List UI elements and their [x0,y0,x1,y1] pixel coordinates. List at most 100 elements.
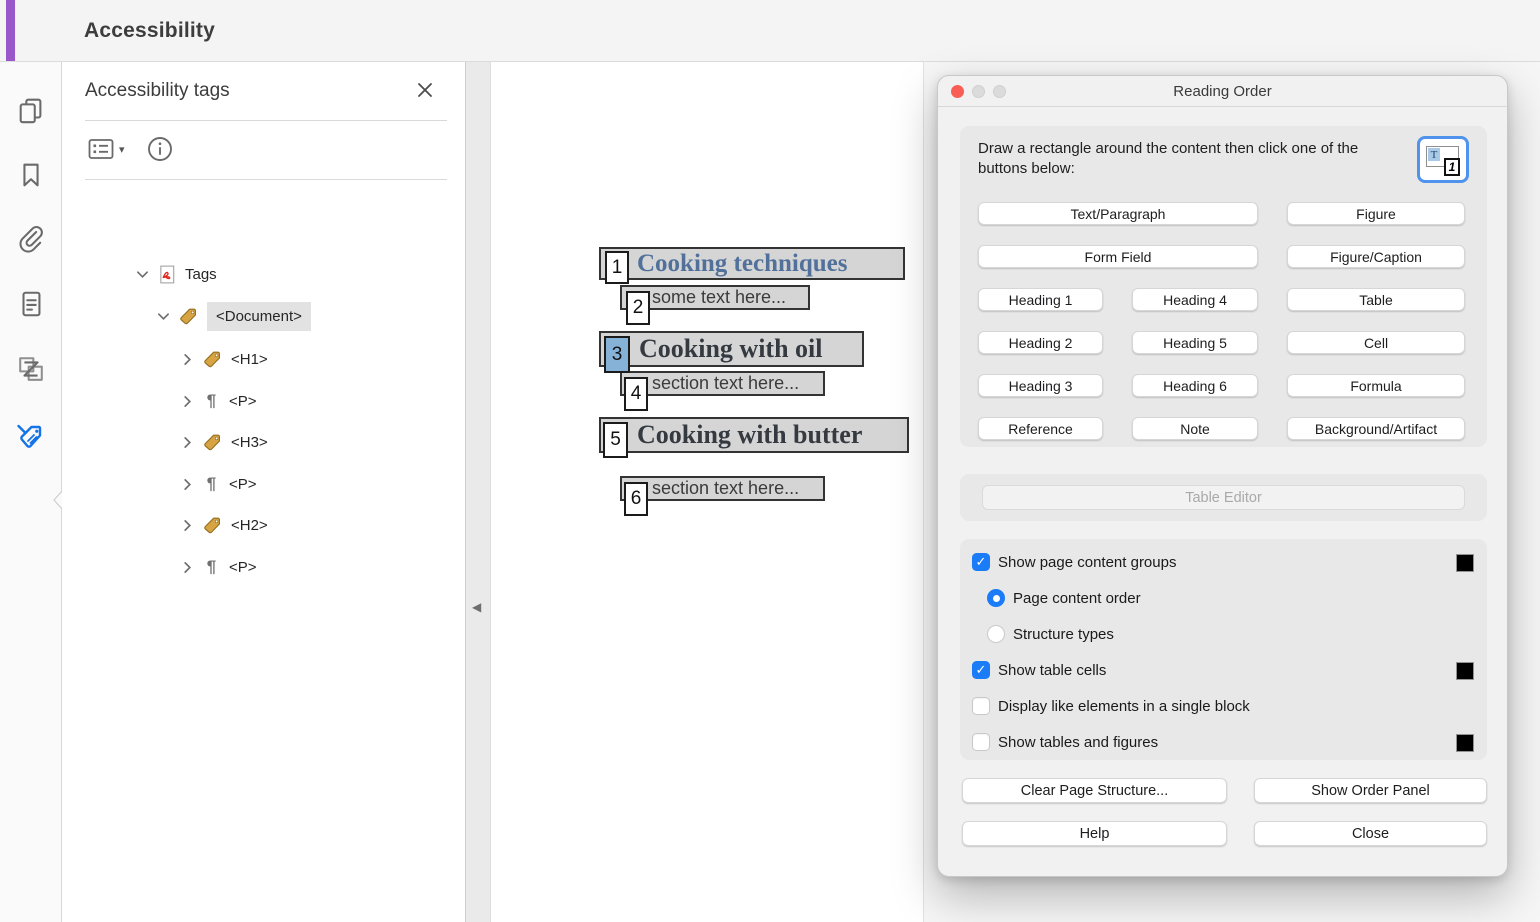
chevron-down-icon[interactable] [157,310,170,323]
chevron-right-icon[interactable] [181,478,194,491]
tree-row-document[interactable]: <Document> [157,300,311,332]
heading-3-button[interactable]: Heading 3 [978,374,1103,397]
color-swatch[interactable] [1456,662,1474,680]
color-swatch[interactable] [1456,734,1474,752]
chevron-right-icon[interactable] [181,436,194,449]
paragraph-icon: ¶ [203,474,220,494]
option-show-page-content-groups[interactable]: ✓ Show page content groups [972,551,1176,573]
chevron-right-icon[interactable] [181,519,194,532]
tree-label-selected: <Document> [207,302,311,331]
chevron-right-icon[interactable] [181,561,194,574]
attachments-icon[interactable] [15,223,47,255]
info-icon[interactable] [146,135,174,163]
tree-row-h1[interactable]: <H1> [181,343,268,375]
tree-row-tags[interactable]: Tags [136,258,217,290]
zoom-window-icon[interactable] [993,85,1006,98]
option-label: Show table cells [998,662,1106,679]
block-text: section text here... [652,478,799,498]
page-thumbnails-icon[interactable] [15,94,47,126]
chevron-right-icon[interactable] [181,395,194,408]
reading-order-badge[interactable]: 4 [624,377,648,411]
content-block-paragraph[interactable]: section text here... [620,476,825,501]
tree-row-p[interactable]: ¶ <P> [181,551,257,583]
dialog-title-bar[interactable]: Reading Order [938,76,1507,107]
order-panel-icon[interactable] [15,353,47,385]
reading-order-badge[interactable]: 1 [605,251,629,284]
tag-options-button[interactable]: ▾ [87,135,125,163]
background-artifact-button[interactable]: Background/Artifact [1287,417,1465,440]
radio-unselected-icon[interactable] [987,625,1005,643]
close-window-icon[interactable] [951,85,964,98]
minimize-window-icon[interactable] [972,85,985,98]
heading-1-button[interactable]: Heading 1 [978,288,1103,311]
option-show-tables-and-figures[interactable]: Show tables and figures [972,731,1158,753]
order-number-icon: 1 [1444,158,1460,176]
checkbox-checked-icon[interactable]: ✓ [972,553,990,571]
structure-selection-tool-icon[interactable]: T 1 [1417,136,1469,183]
help-button[interactable]: Help [962,821,1227,846]
tree-label: <P> [229,559,257,576]
panel-collapse-notch[interactable] [53,490,63,510]
option-label: Page content order [1013,590,1141,607]
heading-4-button[interactable]: Heading 4 [1132,288,1258,311]
accent-stripe [6,0,15,61]
radio-selected-icon[interactable] [987,589,1005,607]
chevron-down-icon[interactable] [136,268,149,281]
checkbox-unchecked-icon[interactable] [972,733,990,751]
figure-button[interactable]: Figure [1287,202,1465,225]
tree-row-h3[interactable]: <H3> [181,426,268,458]
heading-2-button[interactable]: Heading 2 [978,331,1103,354]
option-structure-types[interactable]: Structure types [987,623,1114,645]
figure-caption-button[interactable]: Figure/Caption [1287,245,1465,268]
collapse-left-icon[interactable]: ◀ [472,600,481,614]
block-text: some text here... [652,287,786,307]
checkbox-unchecked-icon[interactable] [972,697,990,715]
option-label: Show tables and figures [998,734,1158,751]
content-block-heading3[interactable]: Cooking with oil [599,331,864,367]
option-page-content-order[interactable]: Page content order [987,587,1141,609]
heading-5-button[interactable]: Heading 5 [1132,331,1258,354]
option-label: Display like elements in a single block [998,698,1250,715]
reading-order-badge[interactable]: 5 [603,422,628,458]
tag-icon [203,350,222,369]
tag-icon [203,433,222,452]
option-display-like-elements[interactable]: Display like elements in a single block [972,695,1250,717]
content-block-heading1[interactable]: Cooking techniques [599,247,905,280]
show-order-panel-button[interactable]: Show Order Panel [1254,778,1487,803]
heading-6-button[interactable]: Heading 6 [1132,374,1258,397]
tree-row-p[interactable]: ¶ <P> [181,385,257,417]
bookmarks-icon[interactable] [15,159,47,191]
reference-button[interactable]: Reference [978,417,1103,440]
display-options-group: ✓ Show page content groups Page content … [960,539,1487,760]
tree-row-h2[interactable]: <H2> [181,509,268,541]
panel-resize-gutter[interactable]: ◀ [466,62,491,922]
table-editor-button[interactable]: Table Editor [982,485,1465,510]
block-text: Cooking techniques [637,250,847,277]
color-swatch[interactable] [1456,554,1474,572]
close-button[interactable]: Close [1254,821,1487,846]
note-button[interactable]: Note [1132,417,1258,440]
text-paragraph-button[interactable]: Text/Paragraph [978,202,1258,225]
reading-order-badge-selected[interactable]: 3 [604,336,630,373]
tree-label: <P> [229,476,257,493]
option-show-table-cells[interactable]: ✓ Show table cells [972,659,1106,681]
accessibility-tags-icon[interactable] [15,421,47,453]
reading-order-badge[interactable]: 2 [626,291,650,325]
cell-button[interactable]: Cell [1287,331,1465,354]
form-field-button[interactable]: Form Field [978,245,1258,268]
chevron-right-icon[interactable] [181,353,194,366]
instruction-text: Draw a rectangle around the content then… [978,139,1428,179]
content-block-heading2[interactable]: Cooking with butter [599,417,909,453]
clear-page-structure-button[interactable]: Clear Page Structure... [962,778,1227,803]
tree-row-p[interactable]: ¶ <P> [181,468,257,500]
checkbox-checked-icon[interactable]: ✓ [972,661,990,679]
pdf-icon [158,265,176,284]
option-label: Structure types [1013,626,1114,643]
content-block-paragraph[interactable]: section text here... [620,371,825,396]
close-panel-icon[interactable] [414,79,436,101]
page-content-icon[interactable] [15,288,47,320]
table-editor-group: Table Editor [960,474,1487,521]
formula-button[interactable]: Formula [1287,374,1465,397]
table-button[interactable]: Table [1287,288,1465,311]
reading-order-badge[interactable]: 6 [624,482,648,516]
